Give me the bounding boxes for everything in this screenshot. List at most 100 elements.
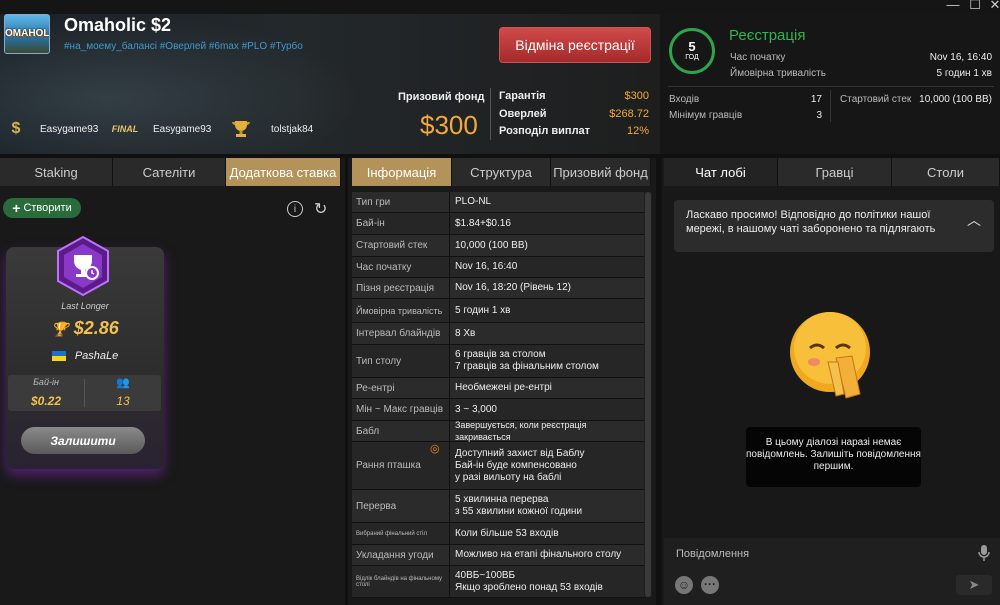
info-value: PLO-NL: [450, 192, 644, 212]
tab-information[interactable]: Інформація: [352, 158, 452, 186]
info-row: Ймовірна тривалість 5 годин 1 хв: [352, 299, 644, 323]
info-icon[interactable]: i: [287, 201, 303, 217]
info-label: Інтервал блайндів: [352, 323, 450, 344]
send-button[interactable]: ➤: [956, 575, 992, 595]
card-stats: Бай-ін $0.22 👥 13: [8, 375, 161, 411]
info-value: 40ВБ~100ВБ Якщо зроблено понад 53 входів: [450, 566, 644, 597]
info-row: Бай-ін $1.84+$0.16: [352, 213, 644, 235]
info-label: Бай-ін: [352, 213, 450, 234]
info-row: Час початку Nov 16, 16:40: [352, 257, 644, 278]
trophy-icon: [229, 118, 253, 140]
info-row: Мін ~ Макс гравців 3 ~ 3,000: [352, 399, 644, 421]
microphone-icon[interactable]: [977, 544, 991, 562]
welcome-message: Ласкаво просимо! Відповідно до політики …: [674, 200, 994, 252]
info-label: Ре-ентрі: [352, 378, 450, 398]
starting-stack-value: 10,000 (100 BB): [919, 94, 992, 105]
bounty-icon: $: [11, 120, 21, 137]
info-value-line: Можливо на етапі фінального столу: [455, 549, 622, 560]
minimize-button[interactable]: —: [944, 0, 962, 12]
info-value-line: Якщо зроблено понад 53 входів: [455, 581, 603, 593]
emoji-icon[interactable]: ☺: [675, 576, 693, 594]
cancel-registration-button[interactable]: Відміна реєстрації: [499, 27, 651, 63]
info-label: Перерва: [352, 490, 450, 522]
last-longer-label: Last Longer: [61, 301, 109, 311]
info-value-line: 10,000 (100 BB): [455, 239, 528, 251]
info-row: Пізня реєстрація Nov 16, 18:20 (Рівень 12…: [352, 278, 644, 299]
info-value: 5 хвилинна перерва з 55 хвилини кожної го…: [450, 490, 644, 522]
info-row: Тип гри PLO-NL: [352, 192, 644, 213]
info-label: Тип столу: [352, 345, 450, 377]
info-row: Відлік блайндів на фінальному столі 40ВБ~…: [352, 566, 644, 598]
close-button[interactable]: ✕: [986, 0, 1000, 13]
tab-staking[interactable]: Staking: [0, 158, 113, 186]
tab-tables[interactable]: Столи: [892, 158, 1000, 186]
info-value: Nov 16, 16:40: [450, 257, 644, 277]
duration-label: Ймовірна тривалість: [730, 68, 826, 79]
buyin-label: Бай-ін: [33, 377, 59, 387]
info-value: Nov 16, 18:20 (Рівень 12): [450, 278, 644, 298]
info-value-line: 6 гравців за столом: [455, 349, 546, 360]
tab-side-bet[interactable]: Додаткова ставка: [226, 158, 341, 186]
keep-button[interactable]: Залишити: [21, 427, 145, 454]
create-button[interactable]: + Створити: [3, 198, 81, 218]
winner-name: Easygame93: [40, 123, 99, 135]
info-value-line: Доступний захист від Баблу: [455, 447, 585, 459]
info-label: Вибраний фінальний стіл: [352, 523, 450, 544]
info-value: 3 ~ 3,000: [450, 399, 644, 420]
info-value-line: Необмежені ре-ентрі: [455, 382, 552, 393]
info-value-line: Nov 16, 16:40: [455, 261, 518, 272]
winner-name: tolstjak84: [271, 123, 314, 135]
tab-prize-pool[interactable]: Призовий фонд: [551, 158, 651, 186]
tournament-logo: OMAHOLIC: [4, 14, 50, 54]
info-value-line: 40ВБ~100ВБ: [455, 569, 516, 581]
collapse-chevron-icon[interactable]: ︿: [967, 210, 981, 230]
tab-players[interactable]: Гравці: [778, 158, 892, 186]
message-input[interactable]: Повідомлення: [676, 548, 749, 560]
more-options-icon[interactable]: ···: [701, 576, 719, 594]
scrollbar-thumb[interactable]: [645, 192, 651, 597]
plus-icon: +: [12, 200, 21, 216]
tournament-title: Omaholic $2: [64, 15, 172, 35]
info-value-line: 5 хвилинна перерва: [455, 494, 549, 505]
info-value: Коли більше 53 входів: [450, 523, 644, 544]
start-time-value: Nov 16, 16:40: [929, 52, 992, 63]
winner-item: FINAL Easygame93: [112, 118, 212, 140]
info-row: Інтервал блайндів 8 Хв: [352, 323, 644, 345]
info-label: Укладання угоди: [352, 545, 450, 565]
info-row: Стартовий стек 10,000 (100 BB): [352, 235, 644, 257]
info-table: Тип гри PLO-NL Бай-ін $1.84+$0.16 Стартовий …: [352, 192, 644, 598]
tab-satellites[interactable]: Сателіти: [113, 158, 226, 186]
prize-pool-label: Призовий фонд: [398, 91, 485, 103]
info-value-line: PLO-NL: [455, 196, 492, 207]
info-value: 5 годин 1 хв: [450, 299, 644, 322]
guarantee-value: $300: [624, 90, 649, 102]
tab-lobby-chat[interactable]: Чат лобі: [664, 158, 778, 186]
registration-clock: 5 ГОД: [669, 28, 715, 74]
winner-item: tolstjak84: [229, 118, 313, 140]
empty-chat-message: В цьому діалозі наразі немає повідомлень…: [746, 427, 921, 487]
overlay-label: Оверлей: [499, 108, 547, 120]
prize-pool-value: $300: [420, 110, 478, 140]
info-value: Можливо на етапі фінального столу: [450, 545, 644, 565]
buyin-value: $0.22: [30, 394, 62, 408]
info-value-line: Завершується, коли реєстрація закриваєть…: [455, 420, 587, 442]
info-value-line: з 55 хвилини кожної години: [455, 506, 583, 517]
info-value-line: Nov 16, 18:20 (Рівень 12): [455, 282, 571, 293]
players-icon: 👥: [116, 377, 130, 389]
info-value-line: 3 ~ 3,000: [455, 403, 497, 415]
payout-value: 12%: [626, 125, 649, 137]
info-label: Пізня реєстрація: [352, 278, 450, 298]
maximize-button[interactable]: ☐: [966, 0, 984, 13]
info-value-line: 5 годин 1 хв: [455, 304, 511, 316]
info-value: 6 гравців за столом 7 гравців за фінальни…: [450, 345, 644, 377]
refresh-icon[interactable]: ↻: [314, 199, 327, 219]
min-players-label: Мінімум гравців: [669, 110, 743, 121]
info-value: $1.84+$0.16: [450, 213, 644, 234]
winner-name: Easygame93: [153, 123, 212, 135]
last-longer-badge-icon: [52, 235, 114, 297]
min-players-value: 3: [816, 110, 822, 121]
last-longer-amount: 🏆 $2.86: [51, 318, 119, 338]
info-value: 10,000 (100 BB): [450, 235, 644, 256]
divider: [830, 90, 831, 122]
tab-structure[interactable]: Структура: [452, 158, 551, 186]
